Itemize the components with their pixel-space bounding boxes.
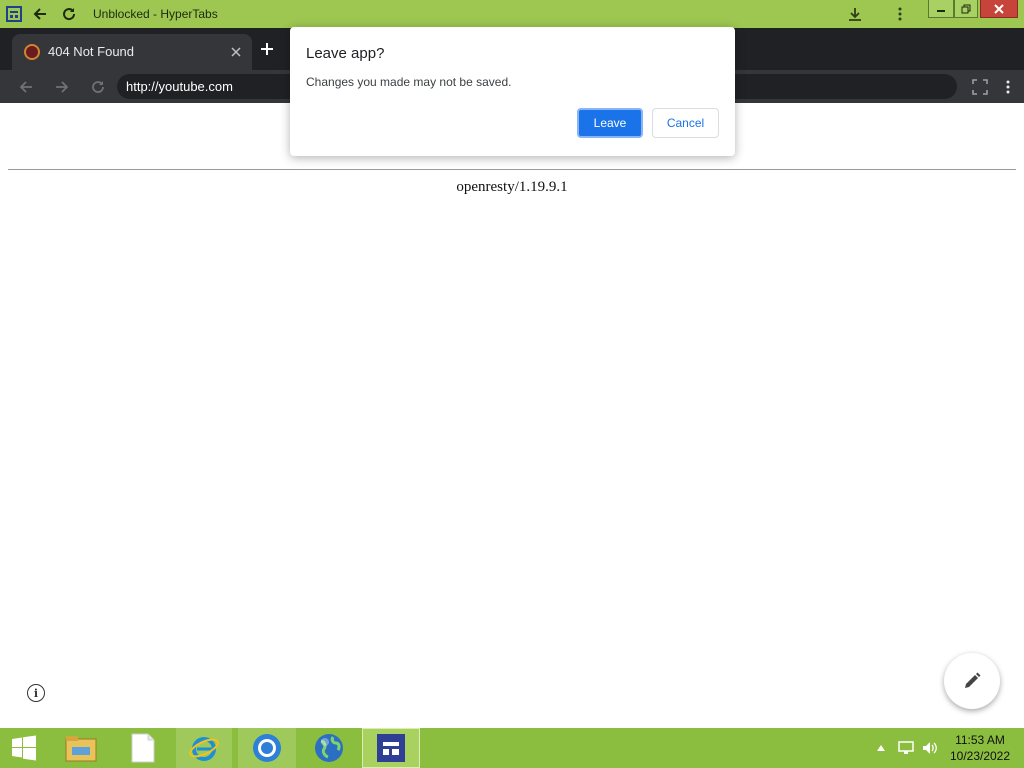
document-icon[interactable] xyxy=(118,728,168,768)
network-icon[interactable] xyxy=(896,728,916,768)
volume-icon[interactable] xyxy=(920,728,940,768)
tray-arrow-icon[interactable] xyxy=(874,728,888,768)
favicon-icon xyxy=(24,44,40,60)
internet-explorer-icon[interactable] xyxy=(176,728,232,768)
more-vert-icon[interactable] xyxy=(890,0,910,28)
reload-icon[interactable] xyxy=(59,0,79,28)
taskbar: 11:53 AM 10/23/2022 xyxy=(0,728,1024,768)
minimize-icon[interactable] xyxy=(928,0,954,18)
hypertabs-icon[interactable] xyxy=(362,728,420,768)
clock-time: 11:53 AM xyxy=(955,733,1005,747)
dialog-title: Leave app? xyxy=(306,45,385,62)
close-icon[interactable] xyxy=(228,44,244,60)
divider xyxy=(8,169,1016,170)
more-vert-icon[interactable] xyxy=(996,70,1020,103)
chrome-icon[interactable] xyxy=(238,728,296,768)
back-arrow-icon[interactable] xyxy=(30,0,50,28)
server-version: openresty/1.19.9.1 xyxy=(456,179,568,195)
download-icon[interactable] xyxy=(845,0,865,28)
info-glyph: i xyxy=(33,686,39,700)
app-icon[interactable] xyxy=(4,0,24,28)
dialog-message: Changes you made may not be saved. xyxy=(306,75,512,89)
leave-button[interactable]: Leave xyxy=(577,108,643,138)
back-icon[interactable] xyxy=(14,70,38,103)
clock-date: 10/23/2022 xyxy=(949,749,1011,763)
tab-title: 404 Not Found xyxy=(48,44,135,59)
title-bar: Unblocked - HyperTabs xyxy=(0,0,1024,28)
close-icon[interactable] xyxy=(980,0,1018,18)
leave-app-dialog: Leave app? Changes you made may not be s… xyxy=(290,27,735,156)
info-icon[interactable]: i xyxy=(27,684,45,702)
globe-icon[interactable] xyxy=(302,728,356,768)
reload-icon[interactable] xyxy=(86,70,110,103)
maximize-icon[interactable] xyxy=(954,0,978,18)
forward-icon[interactable] xyxy=(50,70,74,103)
fullscreen-icon[interactable] xyxy=(968,70,992,103)
tab-404[interactable]: 404 Not Found xyxy=(12,34,252,70)
page-content: 404 Not Found openresty/1.19.9.1 i xyxy=(0,103,1024,728)
start-icon[interactable] xyxy=(6,728,42,768)
cancel-button[interactable]: Cancel xyxy=(652,108,719,138)
clock[interactable]: 11:53 AM 10/23/2022 xyxy=(940,732,1020,764)
file-explorer-icon[interactable] xyxy=(56,728,106,768)
window-title: Unblocked - HyperTabs xyxy=(93,7,218,21)
plus-icon[interactable] xyxy=(256,38,278,60)
pencil-icon[interactable] xyxy=(944,653,1000,709)
